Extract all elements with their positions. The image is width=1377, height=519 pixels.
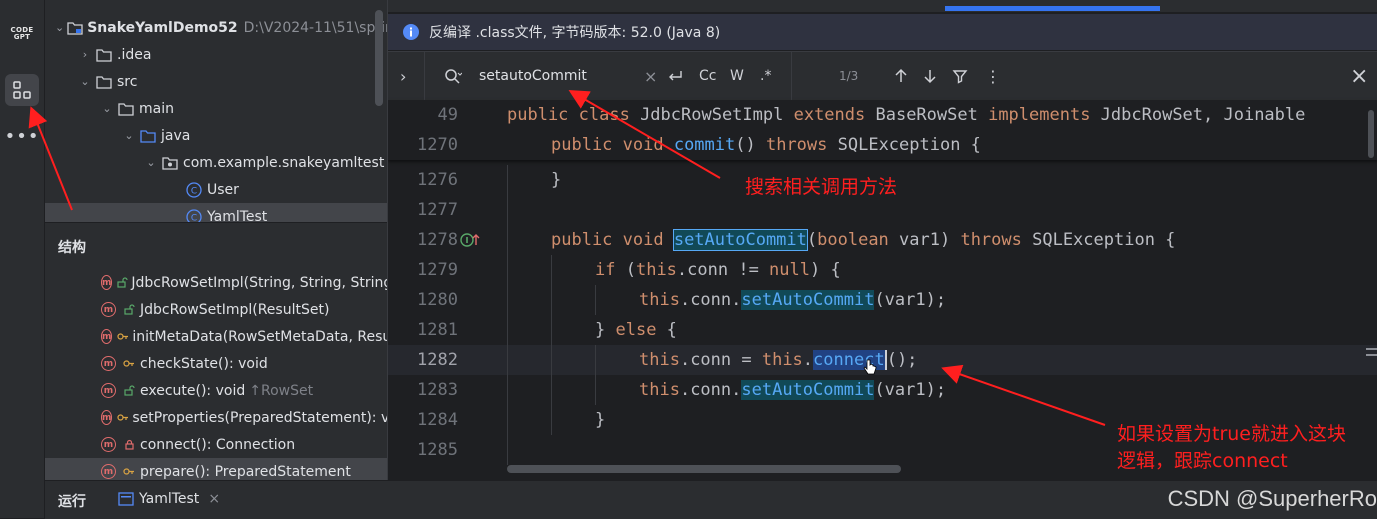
arrow-to-structure-button [28,106,73,211]
arrow-to-connect-call [941,364,1106,426]
annotation-logic-note-2: 逻辑，跟踪connect [1117,450,1288,472]
annotation-logic-note-1: 如果设置为true就进入这块 [1117,423,1346,445]
watermark: CSDN @SuperherRo [1167,486,1377,511]
annotation-search-note: 搜索相关调用方法 [745,176,898,198]
arrow-to-search-input [568,89,721,179]
